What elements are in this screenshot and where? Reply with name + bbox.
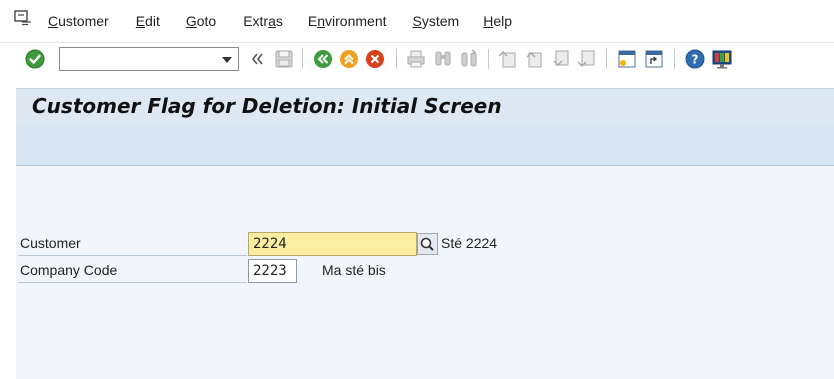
selection-area <box>16 166 834 379</box>
menu-edit[interactable]: Edit <box>136 13 160 29</box>
menu-help-label: elp <box>493 13 512 29</box>
menu-extras-label-end: s <box>275 13 283 29</box>
menu-system[interactable]: System <box>413 13 460 29</box>
shortcut-icon[interactable] <box>643 48 665 70</box>
menu-environment-label-end: vironment <box>325 13 387 29</box>
menu-customer-label: ustomer <box>58 13 109 29</box>
customer-input[interactable] <box>248 232 417 256</box>
menu-bar: Customer Edit Goto Extras Environment Sy… <box>0 0 834 42</box>
application-toolbar <box>16 125 834 166</box>
toolbar-separator <box>674 49 675 69</box>
svg-text:?: ? <box>692 53 699 67</box>
menu-edit-label: dit <box>145 13 160 29</box>
first-page-icon[interactable] <box>497 48 519 70</box>
command-dropdown-icon[interactable] <box>222 57 232 63</box>
save-icon[interactable] <box>273 48 295 70</box>
menu-environment-label: E <box>307 13 318 29</box>
menu-help[interactable]: Help <box>483 13 512 29</box>
help-icon[interactable]: ? <box>684 48 706 70</box>
menu-items: Customer Edit Goto Extras Environment Sy… <box>48 13 543 29</box>
last-page-icon[interactable] <box>576 48 598 70</box>
toolbar-separator <box>302 49 303 69</box>
menu-goto-label: oto <box>196 13 217 29</box>
find-icon[interactable] <box>432 48 454 70</box>
find-next-icon[interactable] <box>458 48 480 70</box>
print-icon[interactable] <box>405 48 427 70</box>
back-icon[interactable] <box>312 48 334 70</box>
customer-search-help-button[interactable] <box>417 233 438 255</box>
customer-label: Customer <box>20 235 81 251</box>
toolbar-separator <box>606 49 607 69</box>
toolbar-separator <box>396 49 397 69</box>
menu-extras[interactable]: Extras <box>243 13 283 29</box>
layout-menu-icon[interactable] <box>711 48 733 70</box>
company-code-input[interactable] <box>248 259 297 283</box>
command-field[interactable] <box>59 47 239 71</box>
cancel-icon[interactable] <box>364 48 386 70</box>
enter-icon[interactable] <box>24 48 46 70</box>
new-session-icon[interactable] <box>616 48 638 70</box>
company-code-label: Company Code <box>20 262 118 278</box>
company-code-description: Ma sté bis <box>322 262 386 278</box>
system-menu-icon[interactable] <box>14 10 32 26</box>
menu-environment[interactable]: Environment <box>308 13 387 29</box>
menu-goto[interactable]: Goto <box>186 13 216 29</box>
customer-label-underline <box>18 255 247 256</box>
collapse-icon[interactable] <box>247 48 269 70</box>
exit-icon[interactable] <box>338 48 360 70</box>
search-icon <box>420 237 434 251</box>
previous-page-icon[interactable] <box>523 48 545 70</box>
screen-title-bar: Customer Flag for Deletion: Initial Scre… <box>16 88 834 125</box>
next-page-icon[interactable] <box>550 48 572 70</box>
menu-customer[interactable]: Customer <box>48 13 109 29</box>
toolbar-separator <box>488 49 489 69</box>
menu-extras-label: Extr <box>243 13 269 29</box>
customer-description: Sté 2224 <box>441 235 498 251</box>
company-code-label-underline <box>18 282 247 283</box>
menu-system-label: ystem <box>421 13 460 29</box>
page-title: Customer Flag for Deletion: Initial Scre… <box>32 94 502 118</box>
